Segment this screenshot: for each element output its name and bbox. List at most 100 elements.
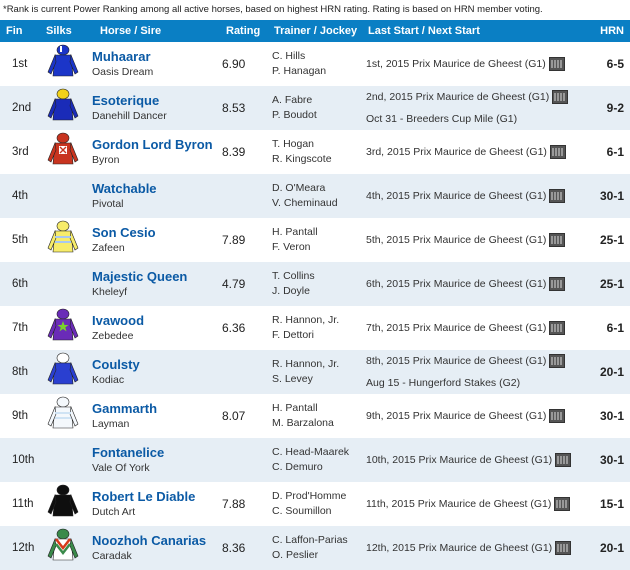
horse-name-link[interactable]: Coulsty	[92, 357, 220, 373]
jockey-silks-icon	[40, 88, 86, 128]
video-replay-icon[interactable]	[549, 277, 566, 291]
col-last-next-start[interactable]: Last Start / Next Start	[362, 20, 586, 42]
finish-position: 3rd	[12, 146, 29, 158]
trainer-jockey-cell: C. Hills P. Hanagan	[268, 42, 362, 86]
sire-name: Kodiac	[92, 374, 125, 386]
jockey-name: F. Dettori	[272, 329, 315, 341]
video-replay-icon[interactable]	[555, 453, 572, 467]
jockey-name: C. Soumillon	[272, 505, 332, 517]
trainer-jockey-cell: D. O'Meara V. Cheminaud	[268, 174, 362, 218]
horse-name-link[interactable]: Muhaarar	[92, 49, 220, 65]
trainer-jockey-cell: T. Hogan R. Kingscote	[268, 130, 362, 174]
silks-cell	[40, 438, 86, 482]
results-table: Fin Silks Horse / Sire Rating Trainer / …	[0, 20, 630, 570]
jockey-name: V. Cheminaud	[272, 197, 338, 209]
col-horse[interactable]: Horse / Sire	[86, 20, 220, 42]
horse-name-link[interactable]: Ivawood	[92, 313, 220, 329]
jockey-name: P. Hanagan	[272, 65, 327, 77]
jockey-silks-icon	[40, 484, 86, 524]
video-replay-icon[interactable]	[548, 57, 565, 71]
horse-name-link[interactable]: Gammarth	[92, 401, 220, 417]
sire-name: Zebedee	[92, 330, 134, 342]
rating-value: 7.89	[222, 233, 246, 247]
col-fin[interactable]: Fin	[0, 20, 40, 42]
last-start-text: 3rd, 2015 Prix Maurice de Gheest (G1)	[366, 146, 547, 158]
horse-cell: Son Cesio Zafeen	[86, 218, 220, 262]
table-row: 9th Gammarth Layman 8.07 H. Pantall M. Barzal…	[0, 394, 630, 438]
last-start-text: 7th, 2015 Prix Maurice de Gheest (G1)	[366, 322, 547, 334]
last-next-start-cell: 12th, 2015 Prix Maurice de Gheest (G1)	[362, 526, 586, 570]
trainer-jockey-cell: C. Head-Maarek C. Demuro	[268, 438, 362, 482]
rating-value	[220, 174, 268, 218]
trainer-name: T. Hogan	[272, 138, 315, 150]
horse-name-link[interactable]: Majestic Queen	[92, 269, 220, 285]
table-row: 3rd Gordon Lord Byron Byron 8.39 T. Hogan R. …	[0, 130, 630, 174]
jockey-name: F. Veron	[272, 241, 311, 253]
jockey-name: R. Kingscote	[272, 153, 332, 165]
horse-cell: Coulsty Kodiac	[86, 350, 220, 394]
sire-name: Pivotal	[92, 198, 124, 210]
ranking-note: *Rank is current Power Ranking among all…	[3, 4, 543, 15]
video-replay-icon[interactable]	[554, 497, 571, 511]
rating-value: 4.79	[222, 277, 246, 291]
hrn-odds: 30-1	[599, 189, 624, 203]
last-next-start-cell: 2nd, 2015 Prix Maurice de Gheest (G1) Oct…	[362, 86, 586, 130]
video-replay-icon[interactable]	[549, 409, 566, 423]
table-row: 11th Robert Le Diable Dutch Art 7.88 D. Prod…	[0, 482, 630, 526]
horse-name-link[interactable]: Watchable	[92, 181, 220, 197]
table-row: 8th Coulsty Kodiac R. Hannon, Jr. S. Levey 8t…	[0, 350, 630, 394]
jockey-silks-icon	[40, 352, 86, 392]
rating-value: 8.53	[222, 101, 246, 115]
horse-name-link[interactable]: Robert Le Diable	[92, 489, 220, 505]
trainer-name: C. Hills	[272, 50, 306, 62]
video-replay-icon[interactable]	[549, 145, 566, 159]
col-trainer-jockey[interactable]: Trainer / Jockey	[268, 20, 362, 42]
finish-position: 6th	[12, 278, 28, 290]
finish-position: 8th	[12, 366, 28, 378]
silks-cell	[40, 262, 86, 306]
horse-name-link[interactable]: Fontanelice	[92, 445, 220, 461]
finish-position: 9th	[12, 410, 28, 422]
trainer-name: R. Hannon, Jr.	[272, 314, 340, 326]
horse-name-link[interactable]: Noozhoh Canarias	[92, 533, 220, 549]
video-replay-icon[interactable]	[549, 354, 566, 368]
horse-cell: Ivawood Zebedee	[86, 306, 220, 350]
silks-cell	[40, 306, 86, 350]
col-hrn[interactable]: HRN	[586, 20, 630, 42]
horse-cell: Fontanelice Vale Of York	[86, 438, 220, 482]
last-next-start-cell: 6th, 2015 Prix Maurice de Gheest (G1)	[362, 262, 586, 306]
video-replay-icon[interactable]	[555, 541, 572, 555]
hrn-odds: 30-1	[599, 409, 624, 423]
jockey-silks-icon	[40, 220, 86, 260]
last-start-text: 11th, 2015 Prix Maurice de Gheest (G1)	[366, 498, 552, 510]
video-replay-icon[interactable]	[552, 90, 569, 104]
video-replay-icon[interactable]	[549, 189, 566, 203]
last-next-start-cell: 3rd, 2015 Prix Maurice de Gheest (G1)	[362, 130, 586, 174]
hrn-odds: 30-1	[599, 453, 624, 467]
jockey-silks-icon	[40, 396, 86, 436]
last-start-text: 8th, 2015 Prix Maurice de Gheest (G1)	[366, 355, 547, 367]
sire-name: Layman	[92, 418, 130, 430]
last-start-text: 2nd, 2015 Prix Maurice de Gheest (G1)	[366, 91, 550, 103]
finish-position: 2nd	[12, 102, 32, 114]
horse-name-link[interactable]: Esoterique	[92, 93, 220, 109]
table-row: 5th Son Cesio Zafeen 7.89 H. Pantall F. Veron…	[0, 218, 630, 262]
finish-position: 5th	[12, 234, 28, 246]
trainer-jockey-cell: H. Pantall M. Barzalona	[268, 394, 362, 438]
horse-name-link[interactable]: Gordon Lord Byron	[92, 137, 220, 153]
rating-value: 6.90	[222, 57, 246, 71]
last-next-start-cell: 4th, 2015 Prix Maurice de Gheest (G1)	[362, 174, 586, 218]
horse-name-link[interactable]: Son Cesio	[92, 225, 220, 241]
col-rating[interactable]: Rating	[220, 20, 268, 42]
horse-cell: Muhaarar Oasis Dream	[86, 42, 220, 86]
video-replay-icon[interactable]	[549, 233, 566, 247]
trainer-jockey-cell: C. Laffon-Parias O. Peslier	[268, 526, 362, 570]
rating-value: 8.36	[222, 541, 246, 555]
table-row: 6th Majestic Queen Kheleyf 4.79 T. Collins J.…	[0, 262, 630, 306]
trainer-name: A. Fabre	[272, 94, 313, 106]
rating-value: 8.39	[222, 145, 246, 159]
horse-cell: Gordon Lord Byron Byron	[86, 130, 220, 174]
hrn-odds: 20-1	[599, 541, 624, 555]
video-replay-icon[interactable]	[549, 321, 566, 335]
trainer-jockey-cell: D. Prod'Homme C. Soumillon	[268, 482, 362, 526]
